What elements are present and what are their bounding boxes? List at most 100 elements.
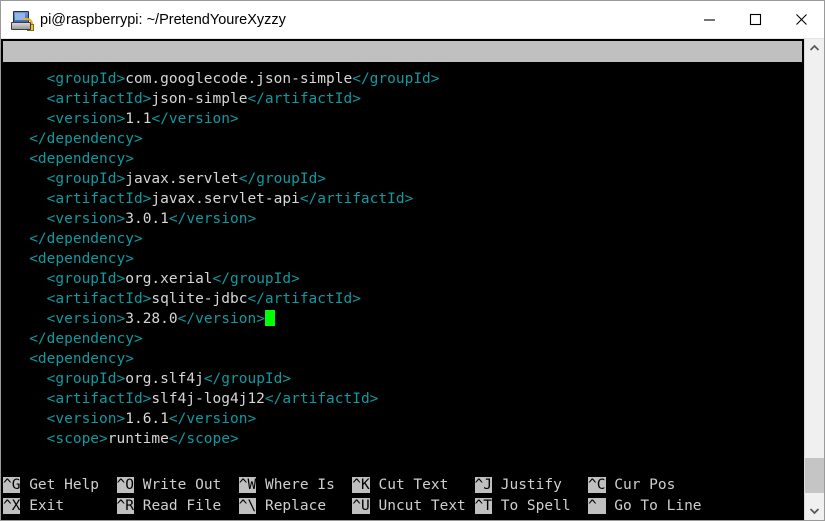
xml-tag: <artifactId> [46,191,152,207]
shortcut-gap [221,477,238,493]
shortcut-row-2: ^X Exit ^R Read File ^\ Replace ^U Uncut… [3,496,802,517]
scrollbar-thumb[interactable] [805,457,824,494]
vertical-scrollbar[interactable] [804,39,824,520]
xml-tag: </dependency> [29,231,143,247]
shortcut-key[interactable]: ^U [352,498,370,514]
xml-tag: <groupId> [46,71,126,87]
xml-value: 1.1 [125,111,152,127]
shortcut-label[interactable]: Uncut Text [370,498,465,514]
shortcut-key[interactable]: ^X [3,498,21,514]
xml-tag: </version> [168,211,257,227]
shortcut-label[interactable]: Where Is [256,477,335,493]
shortcut-gap [562,477,588,493]
shortcut-label[interactable]: Justify [492,477,562,493]
xml-tag: <version> [46,311,126,327]
shortcut-label[interactable]: Exit [20,498,64,514]
shortcut-key[interactable]: ^W [238,477,257,493]
code-line: <groupId>org.slf4j</groupId> [3,369,802,389]
code-line: <dependency> [3,249,802,269]
shortcut-label[interactable]: Cut Text [370,477,448,493]
xml-tag: </artifactId> [247,91,361,107]
xml-value: sqlite-jdbc [151,291,248,307]
shortcut-label[interactable]: Cur Pos [606,477,675,493]
window-titlebar: pi@raspberrypi: ~/PretendYoureXyzzy [1,1,824,39]
shortcut-key[interactable]: ^J [474,477,492,493]
shortcut-key[interactable]: ^R [116,498,134,514]
shortcut-gap [221,498,238,514]
xml-tag: </artifactId> [247,291,361,307]
xml-value: javax.servlet-api [151,191,300,207]
shortcut-label[interactable]: Get Help [20,477,99,493]
window-title: pi@raspberrypi: ~/PretendYoureXyzzy [40,11,286,28]
nano-editor[interactable]: GNU nano 3.2 pom.xml <groupId>com.google… [3,41,802,518]
putty-computer-icon [10,9,34,31]
scroll-down-button[interactable] [805,502,824,520]
nano-title-bar: GNU nano 3.2 pom.xml [3,41,802,62]
shortcut-label[interactable]: Read File [134,498,222,514]
scroll-up-button[interactable] [805,39,824,57]
close-button[interactable] [778,1,824,38]
shortcut-key[interactable]: ^T [474,498,492,514]
minimize-button[interactable] [686,1,732,38]
editor-text-area[interactable]: <groupId>com.googlecode.json-simple</gro… [3,62,802,474]
shortcut-label[interactable]: Replace [256,498,326,514]
shortcut-gap [466,498,475,514]
shortcut-key[interactable]: ^G [3,477,21,493]
shortcut-gap [335,477,352,493]
shortcut-key[interactable]: ^O [116,477,134,493]
xml-tag: </groupId> [203,371,292,387]
xml-tag: </groupId> [212,271,300,287]
xml-value: org.xerial [125,271,213,287]
xml-value: json-simple [151,91,248,107]
xml-tag: </dependency> [29,131,143,147]
shortcut-gap [675,477,710,493]
code-line: <version>3.0.1</version> [3,209,802,229]
xml-value: slf4j-log4j12 [151,391,265,407]
code-line: </dependency> [3,129,802,149]
nano-shortcut-bar: ^G Get Help ^O Write Out ^W Where Is ^K … [3,474,802,518]
xml-tag: <version> [46,111,126,127]
xml-value: org.slf4j [125,371,204,387]
shortcut-key[interactable]: ^C [588,477,606,493]
xml-tag: <artifactId> [46,291,152,307]
shortcut-key[interactable]: ^\ [238,498,257,514]
terminal-viewport[interactable]: GNU nano 3.2 pom.xml <groupId>com.google… [1,39,804,520]
xml-tag: </scope> [168,431,239,447]
scrollbar-track[interactable] [805,57,824,502]
text-cursor [264,310,275,326]
code-line: <groupId>org.xerial</groupId> [3,269,802,289]
xml-value: runtime [107,431,169,447]
shortcut-label[interactable]: Go To Line [606,498,701,514]
xml-value: 3.28.0 [125,311,178,327]
code-line: <artifactId>sqlite-jdbc</artifactId> [3,289,802,309]
xml-tag: </groupId> [352,71,440,87]
xml-value: com.googlecode.json-simple [125,71,353,87]
xml-tag: </dependency> [29,331,143,347]
shortcut-gap [326,498,352,514]
putty-terminal-window: pi@raspberrypi: ~/PretendYoureXyzzy <gro… [0,0,825,521]
shortcut-key[interactable]: ^ [588,498,606,514]
xml-tag: <dependency> [29,351,134,367]
xml-tag: <groupId> [46,171,126,187]
shortcut-label[interactable]: To Spell [492,498,571,514]
shortcut-key[interactable]: ^K [352,477,370,493]
code-line: <version>1.1</version> [3,109,802,129]
maximize-button[interactable] [732,1,778,38]
xml-tag: </groupId> [238,171,327,187]
shortcut-label[interactable]: Write Out [134,477,222,493]
code-line: <artifactId>json-simple</artifactId> [3,89,802,109]
